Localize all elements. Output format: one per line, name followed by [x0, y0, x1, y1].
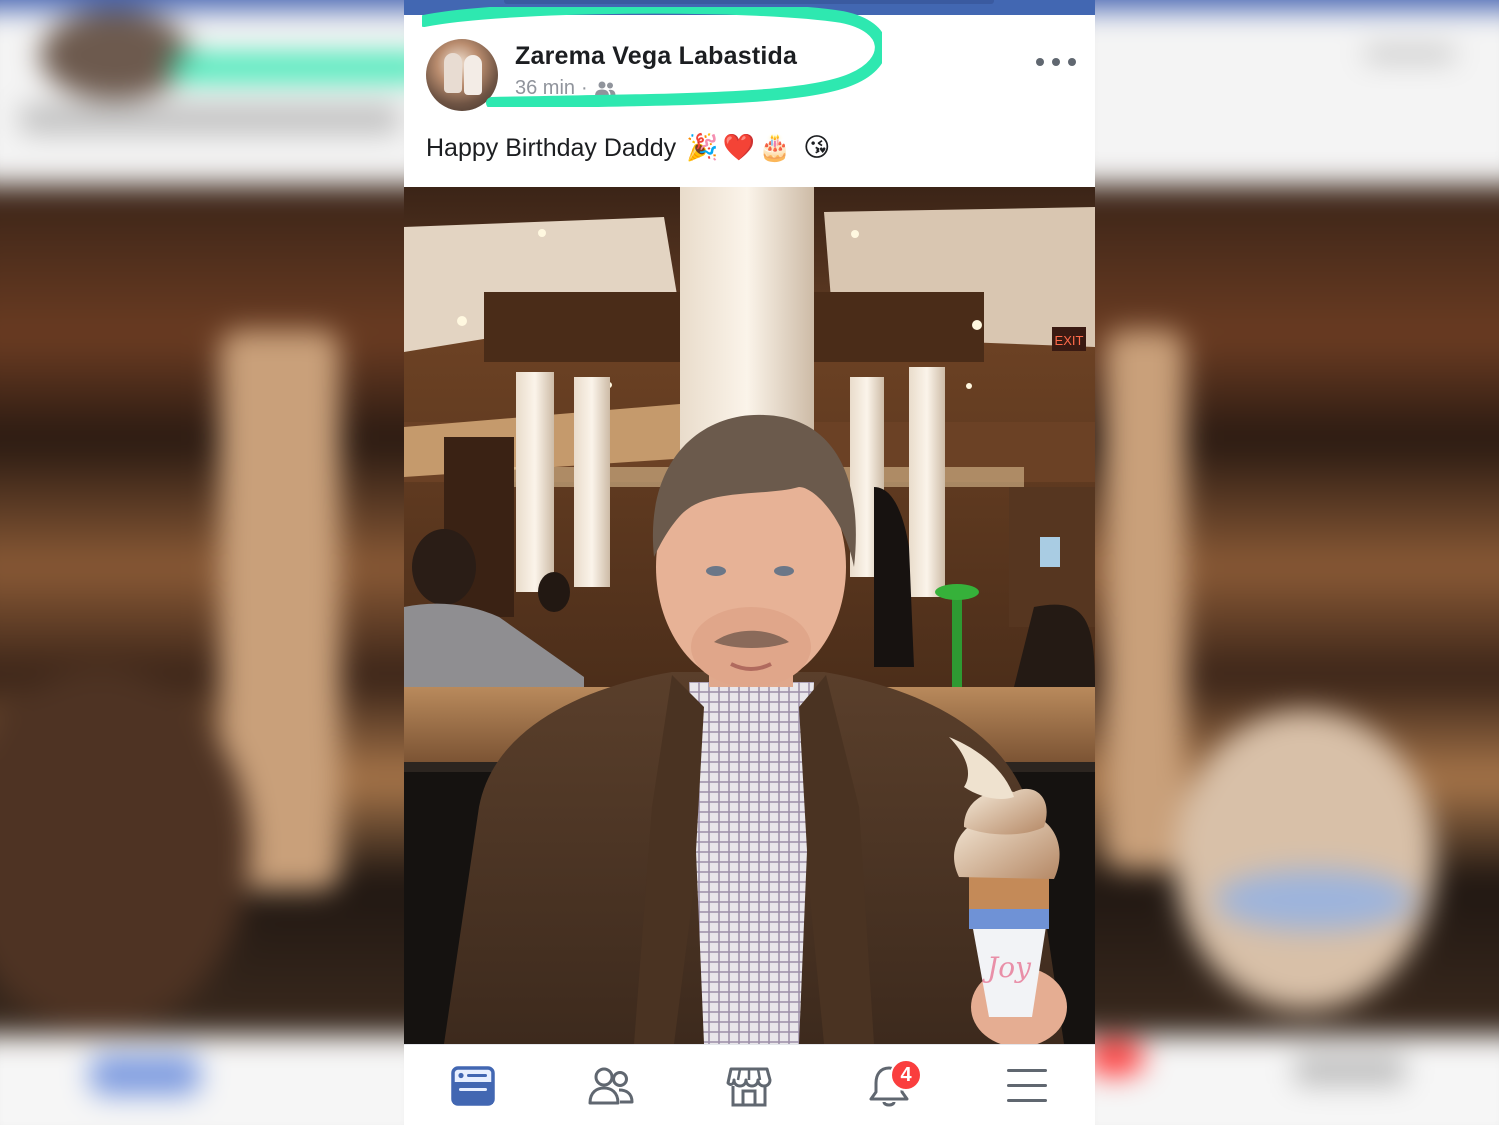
friends-audience-icon — [594, 81, 616, 96]
facebook-post-screen: Zarema Vega Labastida 36 min · Happy Bir… — [404, 0, 1095, 1125]
marketplace-icon — [726, 1067, 772, 1107]
more-options-button[interactable] — [1036, 51, 1076, 73]
post-time[interactable]: 36 min — [515, 77, 575, 100]
top-bar — [404, 0, 1095, 15]
author-avatar[interactable] — [426, 39, 498, 111]
nav-notifications[interactable]: 4 — [864, 1059, 922, 1111]
author-name[interactable]: Zarema Vega Labastida — [515, 42, 797, 71]
bottom-navigation: 4 — [404, 1044, 1095, 1125]
nav-marketplace[interactable] — [724, 1061, 774, 1111]
blurred-background-right — [1095, 0, 1499, 1125]
notifications-badge: 4 — [890, 1059, 922, 1091]
photo-illustration: EXIT Joy — [404, 187, 1095, 1044]
birthday-cake-emoji: 🎂 — [758, 133, 792, 163]
post-photo[interactable]: EXIT Joy — [404, 187, 1095, 1044]
face-blowing-kiss-emoji: 😘 — [803, 133, 831, 163]
cone-brand-text: Joy — [982, 951, 1032, 984]
party-popper-emoji: 🎉 — [686, 133, 719, 163]
caption-text: Happy Birthday Daddy — [426, 133, 677, 162]
nav-menu[interactable] — [1002, 1061, 1052, 1111]
meta-separator: · — [581, 77, 588, 99]
post-header: Zarema Vega Labastida 36 min · Happy Bir… — [404, 7, 1095, 187]
news-feed-icon — [451, 1066, 495, 1106]
blurred-background-left — [0, 0, 404, 1125]
nav-news-feed[interactable] — [448, 1061, 498, 1111]
menu-icon — [1007, 1069, 1047, 1102]
nav-friends[interactable] — [586, 1061, 636, 1111]
more-options-icon — [1036, 58, 1044, 66]
post-meta: 36 min · — [515, 77, 616, 100]
friends-icon — [588, 1067, 634, 1105]
red-heart-emoji: ❤️ — [722, 133, 755, 163]
exit-sign-text: EXIT — [1055, 333, 1084, 348]
post-caption: Happy Birthday Daddy 🎉 ❤️ 🎂 😘 — [426, 133, 830, 163]
